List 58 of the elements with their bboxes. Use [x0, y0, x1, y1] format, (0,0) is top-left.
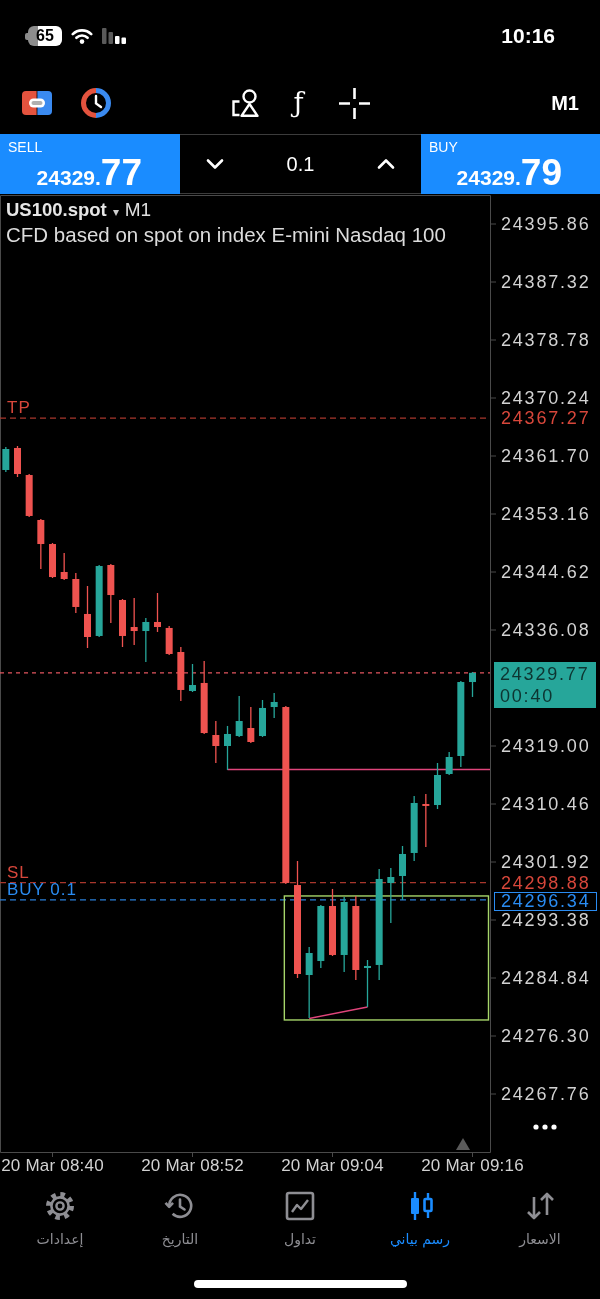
timeframe-button[interactable]: M1 [551, 91, 579, 115]
tab-bar-item[interactable]: الاسعار [480, 1178, 600, 1262]
time-axis-label: 20 Mar 08:40 [1, 1155, 104, 1177]
tab-bar-item[interactable]: إعدادات [0, 1178, 120, 1262]
battery-indicator: 65 [25, 26, 62, 46]
toggle-icon[interactable] [22, 91, 52, 115]
price-axis-label: 24276.30 [501, 1027, 591, 1045]
up-down-arrows-icon[interactable] [524, 1191, 556, 1221]
price-axis-label: 24319.00 [501, 737, 591, 755]
price-axis-label: 24370.24 [501, 389, 591, 407]
buy-order-price: 24296.34 [494, 891, 597, 911]
time-axis-label: 20 Mar 08:52 [141, 1155, 244, 1177]
tab-bar-item[interactable]: التاريخ [120, 1178, 240, 1262]
triangle-icon [456, 1138, 470, 1150]
price-axis-label: 24267.76 [501, 1085, 591, 1103]
signal-icon [102, 28, 128, 44]
caret-icon[interactable]: ▾ [112, 205, 119, 219]
price-axis-label: 24336.08 [501, 621, 591, 639]
price-axis-label: 24301.92 [501, 853, 591, 871]
status-time: 10:16 [501, 24, 555, 48]
price-axis-label: 24395.86 [501, 215, 591, 233]
stop-loss-price: 24298.88 [501, 873, 591, 892]
trend-line [308, 1006, 369, 1020]
price-axis-label: 24310.46 [501, 795, 591, 813]
price-axis-label: 24293.38 [501, 911, 591, 929]
price-axis-label: 24284.84 [501, 969, 591, 987]
candle-body [2, 449, 10, 470]
lot-size-value[interactable]: 0.1 [286, 152, 315, 176]
price-axis-label: 24361.70 [501, 447, 591, 465]
chevron-down-icon[interactable] [205, 158, 225, 170]
price-axis-label: 24353.16 [501, 505, 591, 523]
buy-order-label: BUY 0.1 [7, 881, 77, 898]
price-axis-label: 24378.78 [501, 331, 591, 349]
chevron-up-icon[interactable] [376, 158, 396, 170]
candle-body [14, 448, 21, 474]
symbol-description: CFD based on spot on index E-mini Nasdaq 100 [6, 223, 446, 247]
gear-icon[interactable] [45, 1191, 75, 1221]
history-icon[interactable] [164, 1191, 196, 1221]
tab-bar-item[interactable]: تداول [240, 1178, 360, 1262]
more-icon[interactable] [533, 1124, 557, 1130]
time-axis-label: 20 Mar 09:04 [281, 1155, 384, 1177]
current-price: 24329.77 [500, 662, 590, 685]
function-icon[interactable]: ƒ [291, 84, 306, 122]
shapes-icon[interactable] [230, 89, 259, 117]
tab-bar-item[interactable]: رسم بياني [360, 1178, 480, 1262]
take-profit-price: 24367.27 [501, 409, 591, 428]
time-axis-label: 20 Mar 09:16 [421, 1155, 524, 1177]
crosshair-icon[interactable] [338, 87, 370, 119]
clock-icon[interactable] [81, 88, 111, 118]
countdown-timer: 00:40 [500, 684, 555, 707]
wifi-icon [71, 28, 93, 44]
price-axis-label: 24387.32 [501, 273, 591, 291]
take-profit-label: TP [7, 400, 31, 417]
symbol-name[interactable]: US100.spot [6, 199, 107, 221]
stop-loss-label: SL [7, 864, 30, 881]
chart-timeframe: M1 [124, 199, 152, 221]
line-chart-icon[interactable] [285, 1191, 315, 1221]
price-axis-label: 24344.62 [501, 563, 591, 581]
